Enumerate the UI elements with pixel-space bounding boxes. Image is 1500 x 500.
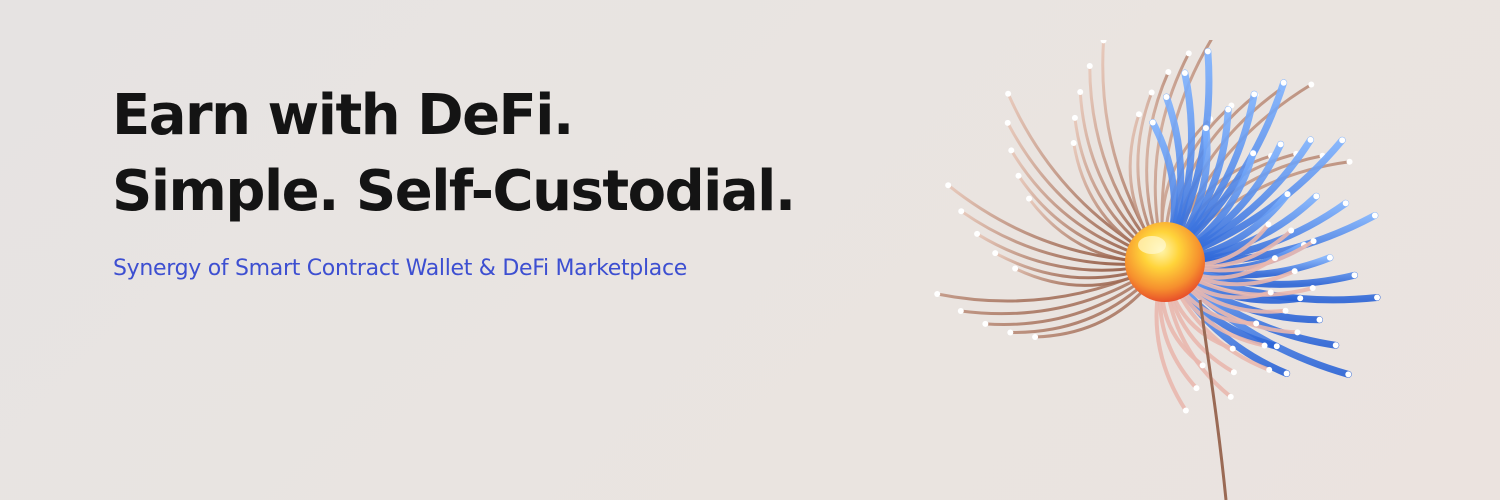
petal-tip	[1165, 69, 1172, 76]
petal-tip	[1070, 139, 1077, 146]
petal-tip	[1326, 254, 1333, 261]
petal-tip	[1266, 366, 1273, 373]
petal-tip	[1182, 407, 1189, 414]
petal-tip	[1332, 342, 1339, 349]
petal-tip	[1202, 125, 1209, 132]
petal-tip	[1026, 195, 1033, 202]
petal-tip	[1004, 119, 1011, 126]
petal-tip	[1309, 285, 1316, 292]
petal-tip	[992, 250, 999, 257]
petal-tip	[1342, 200, 1349, 207]
petal-tip	[934, 291, 941, 298]
petal-tip	[1230, 369, 1237, 376]
petal-tip	[1100, 40, 1107, 44]
petal-tip	[1267, 289, 1274, 296]
abstract-flower-icon	[934, 40, 1381, 500]
petal-tip	[1371, 212, 1378, 219]
hero-headline: Earn with DeFi. Simple. Self-Custodial.	[112, 78, 796, 230]
petal-tip	[1007, 329, 1014, 336]
petal-tip	[1273, 343, 1280, 350]
hero-subtitle: Synergy of Smart Contract Wallet & DeFi …	[113, 256, 687, 281]
petal-tip	[982, 320, 989, 327]
petal-tip	[1261, 342, 1268, 349]
petal-tip	[1148, 89, 1155, 96]
petal-tip	[1185, 50, 1192, 57]
petal-tip	[1008, 147, 1015, 154]
petal-tip	[1032, 334, 1039, 340]
petal-tip	[1271, 255, 1278, 262]
petal-tip	[974, 230, 981, 237]
petal-tip	[1181, 70, 1188, 77]
petal-tip	[1283, 370, 1290, 377]
petal-tip	[945, 182, 952, 189]
petal-tip	[1250, 150, 1257, 157]
petal-tip	[1199, 362, 1206, 369]
petal-tip	[1204, 48, 1211, 55]
petal-tip	[1316, 316, 1323, 323]
petal-tip	[1265, 221, 1272, 228]
petal-tip	[1229, 345, 1236, 352]
petal-tip	[1339, 137, 1346, 144]
petal-tip	[1277, 141, 1284, 148]
petal-tip	[1015, 172, 1022, 179]
petal-tip	[958, 208, 965, 215]
petal-tip	[1005, 90, 1012, 97]
hero-banner: Earn with DeFi. Simple. Self-Custodial. …	[0, 0, 1500, 500]
petal-tip	[1253, 320, 1260, 327]
petal-tip	[1077, 88, 1084, 95]
petal-tip	[1374, 294, 1381, 301]
petal-tip	[1149, 119, 1156, 126]
petal-tip	[1284, 191, 1291, 198]
petal-tip	[1313, 193, 1320, 200]
petal-tip	[1251, 91, 1258, 98]
petal-tip	[1307, 136, 1314, 143]
petal-tip	[1135, 111, 1142, 118]
petal-tip	[1308, 81, 1315, 88]
petal-tip	[1225, 106, 1232, 113]
headline-line-2: Simple. Self-Custodial.	[112, 159, 796, 224]
petal-tip	[1294, 329, 1301, 336]
petal-tip	[957, 308, 964, 315]
petal-tip	[1297, 295, 1304, 302]
petal-tip	[1351, 272, 1358, 279]
petal-tip	[1346, 158, 1353, 165]
petal-tip	[1345, 371, 1352, 378]
petal-tip	[1280, 79, 1287, 86]
petal-tip	[1291, 268, 1298, 275]
headline-line-1: Earn with DeFi.	[112, 83, 574, 148]
petal-tip	[1227, 393, 1234, 400]
petal-tip	[1288, 227, 1295, 234]
petal-tip	[1282, 307, 1289, 314]
petal-tip	[1193, 385, 1200, 392]
petal-tip	[1071, 114, 1078, 121]
petal-tip	[1012, 265, 1019, 272]
petal-tip	[1310, 238, 1317, 245]
petal-tip	[1086, 62, 1093, 69]
petal-tip	[1163, 94, 1170, 101]
